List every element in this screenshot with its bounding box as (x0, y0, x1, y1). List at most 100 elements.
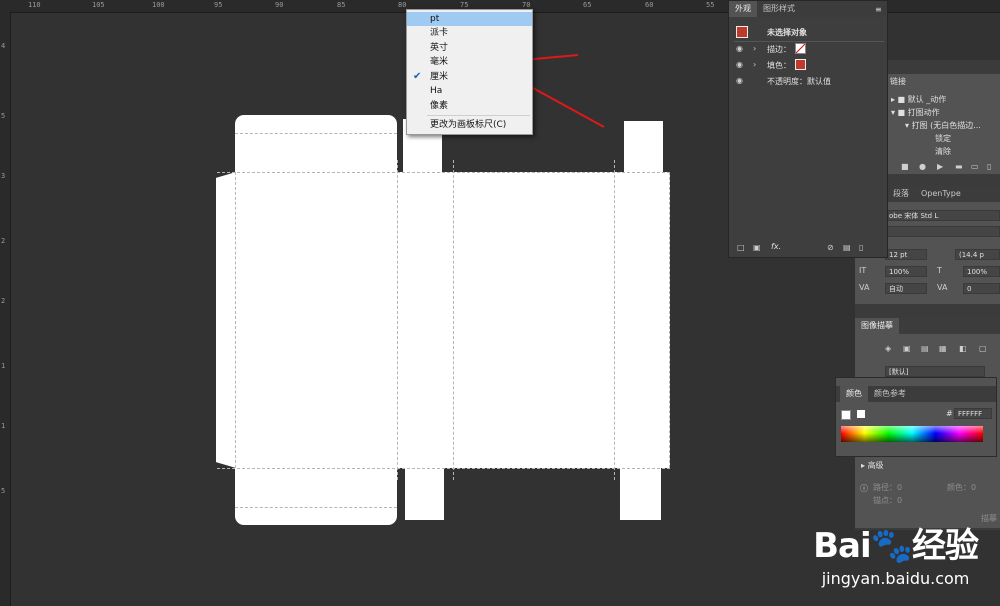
font-family-field[interactable]: obe 宋体 Std L (885, 210, 1000, 221)
hex-label: # (946, 409, 953, 418)
hex-input[interactable]: FFFFFF (954, 408, 992, 419)
panel-menu-icon[interactable]: ≡ (875, 5, 882, 15)
add-stroke-icon[interactable]: □ (737, 243, 745, 253)
low-color-icon[interactable]: ▤ (921, 344, 929, 354)
action-set-row[interactable]: ▸ ■ 默认 _动作 (891, 94, 946, 105)
color-panel[interactable]: 颜色 颜色参考 # FFFFFF (835, 377, 997, 457)
panel-tab-bar: 图像描摹 (855, 318, 1000, 334)
watermark-brand2: 经验 (912, 526, 979, 566)
font-style-field[interactable] (885, 226, 1000, 237)
action-label: 默认 _动作 (907, 95, 947, 104)
watermark-url: jingyan.baidu.com (821, 569, 970, 588)
watermark-logo: Bai🐾经验 (813, 518, 979, 567)
new-set-icon[interactable]: ▬ (955, 162, 963, 172)
menu-item-label: 毫米 (430, 57, 449, 67)
new-action-icon[interactable]: ▭ (971, 162, 979, 172)
tab-color[interactable]: 颜色 (840, 386, 868, 402)
advanced-toggle[interactable]: ▸ 高级 (861, 460, 884, 471)
preset-select[interactable]: [默认] (885, 366, 985, 377)
none-swatch[interactable] (841, 410, 851, 420)
folder-icon: ▾ ■ (891, 108, 908, 117)
tab-paragraph[interactable]: 段落 (887, 186, 915, 202)
paw-icon: 🐾 (870, 526, 913, 566)
color-spectrum[interactable] (841, 426, 983, 442)
leading-field[interactable]: (14.4 p (955, 249, 1000, 260)
font-size-field[interactable]: 12 pt (885, 249, 927, 260)
actions-panel[interactable]: 链接 ▸ ■ 默认 _动作 ▾ ■ 打图动作 ▾ 打图 (无白色描边... 锁定… (885, 74, 1000, 174)
high-color-icon[interactable]: ▣ (903, 344, 911, 354)
stroke-label[interactable]: 描边： (767, 44, 791, 55)
divider (734, 41, 884, 42)
chevron-right-icon[interactable]: › (753, 60, 756, 70)
stop-icon[interactable]: ■ (901, 162, 909, 172)
info-icon: ⓘ (860, 484, 868, 493)
eye-icon[interactable]: ◉ (736, 76, 743, 86)
baidu-watermark: Bai🐾经验 jingyan.baidu.com (813, 518, 979, 588)
action-step[interactable]: 锁定 (935, 133, 951, 144)
tracking-icon: VA (937, 283, 948, 292)
record-icon[interactable]: ● (919, 162, 926, 172)
menu-item-pixel[interactable]: 像素 (407, 99, 532, 113)
opacity-label[interactable]: 不透明度：默认值 (767, 76, 831, 87)
menu-separator (427, 115, 530, 116)
colors-count: 颜色：0 (947, 483, 977, 492)
auto-color-icon[interactable]: ◈ (885, 344, 891, 354)
menu-item-ha[interactable]: Ha (407, 84, 532, 98)
tracking-field[interactable]: 0 (963, 283, 1000, 294)
menu-item-pt[interactable]: pt (407, 12, 532, 26)
menu-item-label: pt (430, 14, 440, 24)
menu-item-label: 派卡 (430, 28, 449, 38)
menu-item-cm[interactable]: ✔ 厘米 (407, 70, 532, 84)
menu-item-label: 更改为画板标尺(C) (430, 120, 507, 130)
paths-count: 路径：0 (873, 483, 903, 492)
vertical-scale-field[interactable]: 100% (885, 266, 927, 277)
duplicate-icon[interactable]: ▤ (843, 243, 851, 253)
kerning-icon: VA (859, 283, 870, 292)
menu-item-label: 厘米 (430, 72, 449, 82)
outline-icon[interactable]: ▢ (979, 344, 987, 354)
anchors-count: 锚点：0 (873, 496, 903, 505)
eye-icon[interactable]: ◉ (736, 60, 743, 70)
menu-item-inch[interactable]: 英寸 (407, 41, 532, 55)
grayscale-icon[interactable]: ▦ (939, 344, 947, 354)
tab-appearance[interactable]: 外观 (729, 1, 757, 17)
menu-item-pica[interactable]: 派卡 (407, 26, 532, 40)
tab-graphic-styles[interactable]: 图形样式 (757, 1, 801, 17)
horizontal-scale-field[interactable]: 100% (963, 266, 1000, 277)
checkmark-icon: ✔ (413, 71, 422, 82)
menu-item-label: 像素 (430, 101, 449, 111)
black-white-icon[interactable]: ◧ (959, 344, 967, 354)
trace-button[interactable]: 描摹 (981, 513, 997, 524)
kerning-field[interactable]: 自动 (885, 283, 927, 294)
menu-item-label: 英寸 (430, 43, 449, 53)
fx-button[interactable]: fx. (771, 242, 781, 251)
panel-tab-bar: 颜色 颜色参考 (836, 386, 996, 402)
menu-item-artboard-rulers[interactable]: 更改为画板标尺(C) (407, 118, 532, 132)
tab-image-trace[interactable]: 图像描摹 (855, 318, 899, 334)
menu-item-label: Ha (430, 86, 443, 96)
clear-appearance-icon[interactable]: ⊘ (827, 243, 834, 253)
trash-icon[interactable]: ▯ (859, 243, 863, 253)
chevron-right-icon[interactable]: › (753, 44, 756, 54)
action-step[interactable]: 清除 (935, 146, 951, 157)
stroke-swatch[interactable] (795, 43, 806, 54)
action-row[interactable]: ▾ 打图 (无白色描边... (905, 120, 981, 131)
eye-icon[interactable]: ◉ (736, 44, 743, 54)
trash-icon[interactable]: ▯ (987, 162, 991, 172)
appearance-header: 未选择对象 (767, 28, 807, 37)
panel-tab-bar: 外观 图形样式 ≡ (729, 1, 887, 17)
add-fill-icon[interactable]: ▣ (753, 243, 761, 253)
menu-item-mm[interactable]: 毫米 (407, 55, 532, 69)
white-swatch[interactable] (857, 410, 865, 418)
fill-label[interactable]: 填色： (767, 60, 791, 71)
tab-opentype[interactable]: OpenType (915, 186, 967, 202)
action-label: 打图 (无白色描边... (911, 121, 981, 130)
watermark-brand: Bai (813, 526, 872, 566)
action-set-row[interactable]: ▾ ■ 打图动作 (891, 107, 940, 118)
fill-swatch[interactable] (795, 59, 806, 70)
ruler-units-menu[interactable]: pt 派卡 英寸 毫米 ✔ 厘米 Ha 像素 更改为画板标尺(C) (406, 9, 533, 135)
tab-color-guide[interactable]: 颜色参考 (868, 386, 912, 402)
play-icon[interactable]: ▶ (937, 162, 943, 172)
appearance-panel[interactable]: 外观 图形样式 ≡ 未选择对象 ◉ › 描边： ◉ › 填色： ◉ 不透明度：默… (728, 0, 888, 258)
appearance-thumbnail (736, 26, 748, 38)
